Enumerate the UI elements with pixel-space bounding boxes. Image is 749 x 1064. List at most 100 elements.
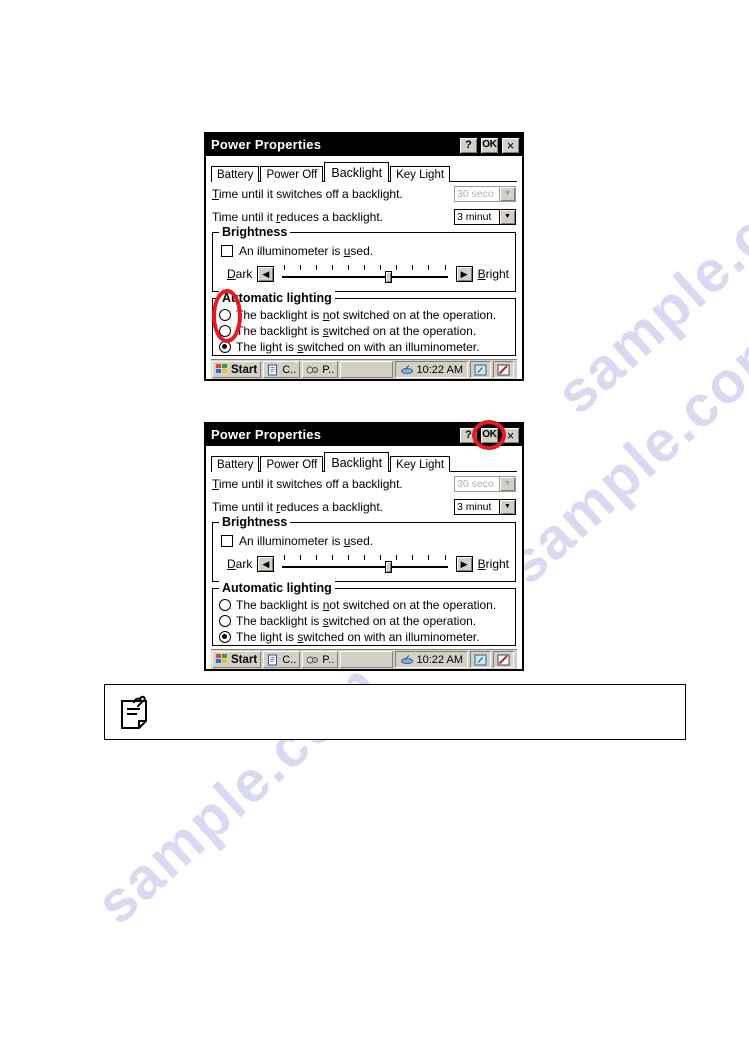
taskbar: Start C.. P.. 10:22 AM — [211, 649, 517, 669]
radio-row-switched-on[interactable]: The backlight is switched on at the oper… — [219, 323, 509, 339]
taskbar-task-p-label: P.. — [322, 363, 335, 376]
slider-thumb[interactable] — [384, 561, 392, 573]
reduce-time-dropdown[interactable]: 3 minut ▼ — [454, 208, 516, 225]
taskbar-filler — [340, 361, 393, 378]
help-button[interactable]: ? — [459, 136, 478, 154]
chevron-down-icon[interactable]: ▼ — [499, 209, 515, 224]
illuminometer-checkbox-label: An illuminometer is used. — [239, 243, 374, 258]
brightness-group: Brightness An illuminometer is used. Dar… — [212, 225, 516, 292]
illuminometer-checkbox[interactable] — [221, 534, 233, 547]
taskbar-task-p[interactable]: P.. — [302, 361, 339, 378]
brightness-group-title: Brightness — [219, 225, 291, 239]
radio-label-not-switched-on: The backlight is not switched on at the … — [236, 308, 497, 322]
tab-backlight[interactable]: Backlight — [324, 162, 390, 182]
power-properties-dialog: Power Properties ? OK × Battery Power Of… — [204, 132, 524, 381]
radio-label-illuminometer: The light is switched on with an illumin… — [236, 340, 480, 354]
slider-right-arrow-button[interactable]: ▶ — [455, 556, 473, 572]
ok-button[interactable]: OK — [480, 426, 499, 444]
help-button[interactable]: ? — [459, 426, 478, 444]
clock-label: 10:22 AM — [416, 653, 463, 666]
tab-battery[interactable]: Battery — [211, 166, 260, 182]
slider-ticks — [284, 555, 446, 561]
slider-left-arrow-button[interactable]: ◀ — [257, 556, 275, 572]
brightness-slider[interactable] — [282, 264, 448, 284]
power-plug-icon — [306, 366, 319, 373]
dialog-title: Power Properties — [211, 137, 322, 152]
tray-stylus-button[interactable] — [493, 651, 514, 668]
slider-thumb[interactable] — [384, 271, 392, 283]
radio-label-switched-on: The backlight is switched on at the oper… — [236, 614, 477, 628]
brightness-group-title: Brightness — [219, 515, 291, 529]
tray-input-panel-button[interactable] — [470, 361, 491, 378]
setting-label-reduce: Time until it reduces a backlight. — [212, 499, 383, 514]
radio-not-switched-on[interactable] — [219, 599, 231, 611]
tab-key-light[interactable]: Key Light — [390, 456, 451, 472]
tab-backlight[interactable]: Backlight — [324, 452, 390, 472]
radio-not-switched-on[interactable] — [219, 309, 231, 321]
illuminometer-checkbox-row[interactable]: An illuminometer is used. — [219, 242, 509, 259]
setting-row-switch-off: Time until it switches off a backlight. … — [211, 182, 517, 205]
clock-label: 10:22 AM — [416, 363, 463, 376]
start-button-label: Start — [231, 653, 258, 666]
page-watermark: sample.com — [543, 140, 749, 427]
tray-stylus-button[interactable] — [493, 361, 514, 378]
taskbar-task-c[interactable]: C.. — [263, 651, 301, 668]
tab-strip: Battery Power Off Backlight Key Light — [211, 450, 517, 472]
illuminometer-checkbox-row[interactable]: An illuminometer is used. — [219, 532, 509, 549]
radio-row-not-switched-on[interactable]: The backlight is not switched on at the … — [219, 307, 509, 323]
close-icon[interactable]: × — [501, 426, 520, 444]
setting-label-switch-off: Time until it switches off a backlight. — [212, 476, 403, 491]
slider-track — [282, 276, 448, 278]
slider-right-arrow-button[interactable]: ▶ — [455, 266, 473, 282]
radio-illuminometer[interactable] — [219, 631, 231, 643]
setting-label-reduce: Time until it reduces a backlight. — [212, 209, 383, 224]
power-properties-dialog: Power Properties ? OK × Battery Power Of… — [204, 422, 524, 671]
radio-switched-on[interactable] — [219, 325, 231, 337]
chevron-down-icon[interactable]: ▼ — [499, 186, 515, 201]
switch-off-time-dropdown[interactable]: 30 seco ▼ — [454, 185, 516, 202]
reduce-time-value: 3 minut — [457, 500, 492, 513]
tab-key-light[interactable]: Key Light — [390, 166, 451, 182]
windows-flag-icon — [216, 364, 228, 375]
input-panel-icon — [474, 364, 487, 375]
brightness-group: Brightness An illuminometer is used. Dar… — [212, 515, 516, 582]
illuminometer-checkbox[interactable] — [221, 244, 233, 257]
radio-row-not-switched-on[interactable]: The backlight is not switched on at the … — [219, 597, 509, 613]
chevron-down-icon[interactable]: ▼ — [499, 476, 515, 491]
radio-row-illuminometer[interactable]: The light is switched on with an illumin… — [219, 629, 509, 645]
taskbar-task-p[interactable]: P.. — [302, 651, 339, 668]
automatic-lighting-group: Automatic lighting The backlight is not … — [212, 581, 516, 646]
switch-off-time-dropdown[interactable]: 30 seco ▼ — [454, 475, 516, 492]
radio-row-illuminometer[interactable]: The light is switched on with an illumin… — [219, 339, 509, 355]
tab-battery[interactable]: Battery — [211, 456, 260, 472]
dark-label: Dark — [227, 267, 253, 281]
start-button[interactable]: Start — [212, 361, 262, 378]
memo-note-icon — [121, 695, 147, 729]
radio-illuminometer[interactable] — [219, 341, 231, 353]
brightness-slider[interactable] — [282, 554, 448, 574]
tab-power-off[interactable]: Power Off — [260, 166, 324, 182]
close-icon[interactable]: × — [501, 136, 520, 154]
radio-switched-on[interactable] — [219, 615, 231, 627]
taskbar-task-c-label: C.. — [282, 653, 297, 666]
tab-power-off[interactable]: Power Off — [260, 456, 324, 472]
bright-label: Bright — [477, 557, 509, 571]
start-button[interactable]: Start — [212, 651, 262, 668]
automatic-lighting-group: Automatic lighting The backlight is not … — [212, 291, 516, 356]
taskbar-task-p-label: P.. — [322, 653, 335, 666]
slider-left-arrow-button[interactable]: ◀ — [257, 266, 275, 282]
document-icon — [268, 654, 278, 665]
radio-row-switched-on[interactable]: The backlight is switched on at the oper… — [219, 613, 509, 629]
tray-input-panel-button[interactable] — [470, 651, 491, 668]
taskbar-clock[interactable]: 10:22 AM — [394, 651, 468, 668]
illuminometer-checkbox-label: An illuminometer is used. — [239, 533, 374, 548]
reduce-time-dropdown[interactable]: 3 minut ▼ — [454, 498, 516, 515]
brightness-slider-row: Dark ◀ ▶ Bright — [219, 553, 509, 575]
input-panel-icon — [474, 654, 487, 665]
chevron-down-icon[interactable]: ▼ — [499, 499, 515, 514]
brightness-slider-row: Dark ◀ ▶ Bright — [219, 263, 509, 285]
taskbar-task-c[interactable]: C.. — [263, 361, 301, 378]
setting-row-switch-off: Time until it switches off a backlight. … — [211, 472, 517, 495]
taskbar-clock[interactable]: 10:22 AM — [394, 361, 468, 378]
ok-button[interactable]: OK — [480, 136, 499, 154]
